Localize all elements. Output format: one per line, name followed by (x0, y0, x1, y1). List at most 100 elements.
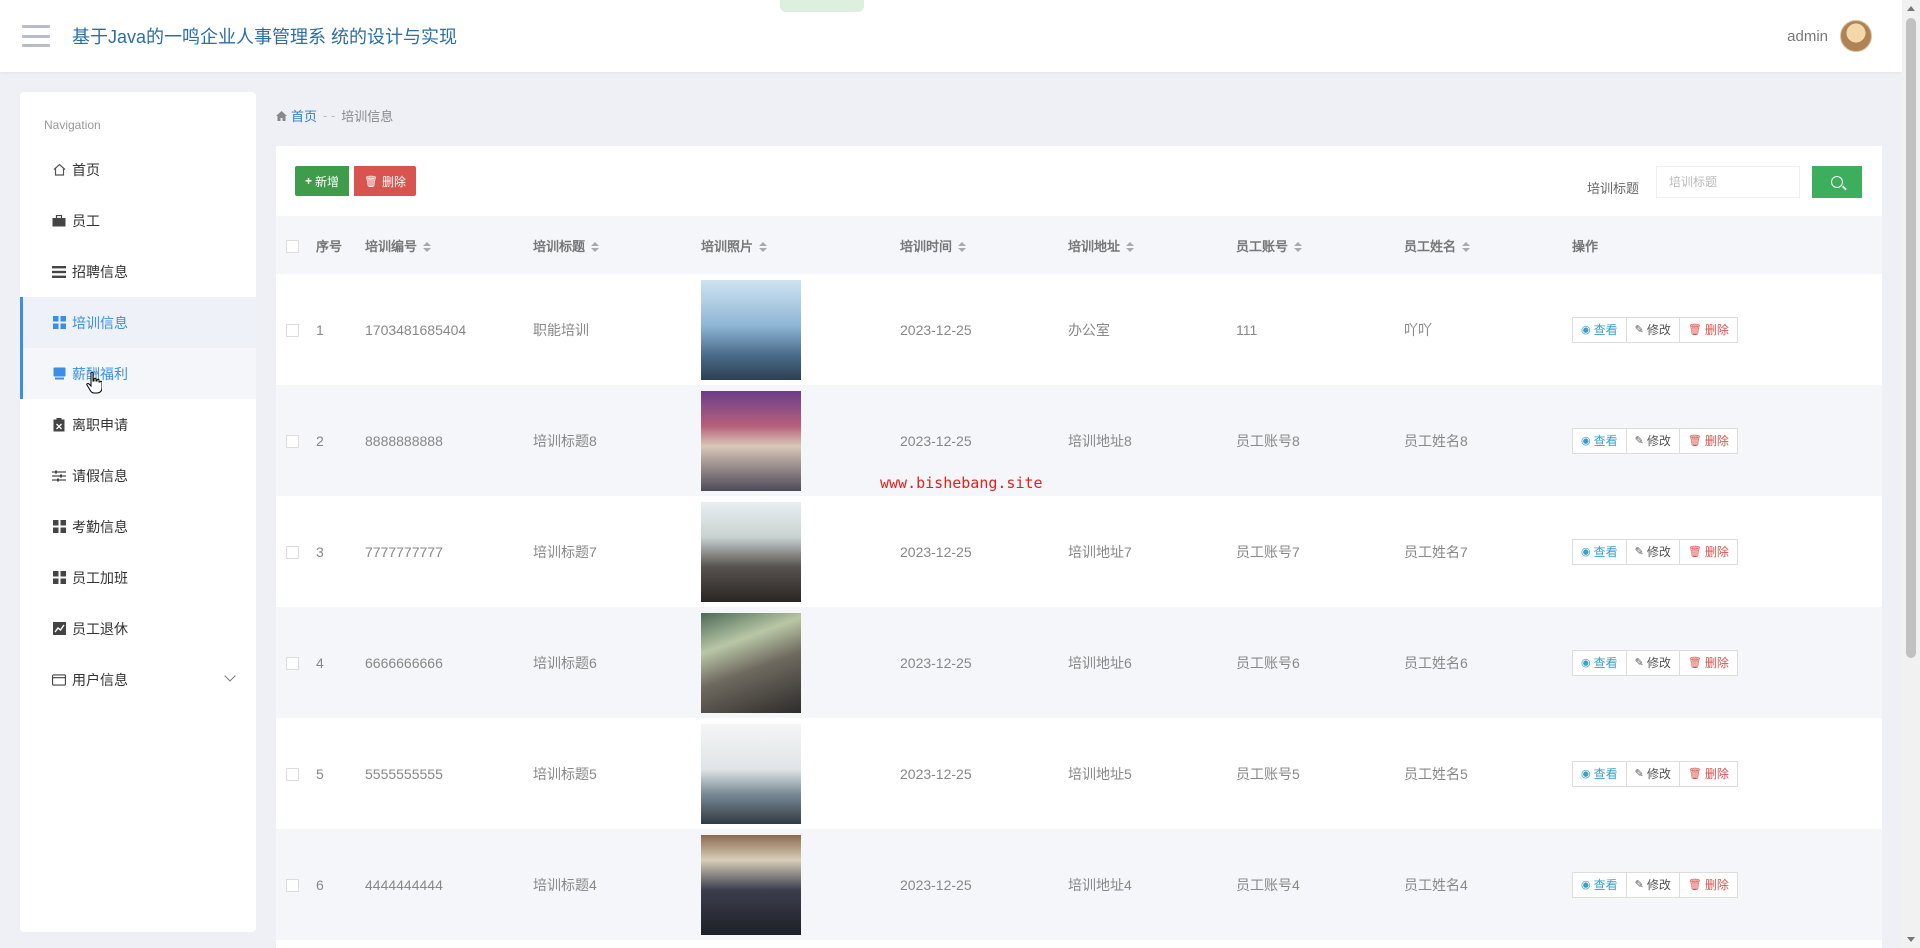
sidebar-item-leave[interactable]: 请假信息 (20, 450, 256, 501)
eye-icon: ◉ (1581, 879, 1591, 891)
select-all-checkbox[interactable] (286, 239, 299, 253)
scroll-up-icon[interactable] (1907, 6, 1915, 11)
row-checkbox[interactable] (286, 435, 299, 449)
trash-icon: 🗑 (1687, 546, 1702, 558)
column-header[interactable]: 培训编号 (365, 216, 533, 274)
sidebar-item-label: 离职申请 (72, 416, 128, 433)
edit-button[interactable]: ✎ 修改 (1626, 427, 1680, 454)
cell-name: 吖吖 (1404, 321, 1432, 338)
avatar[interactable] (1840, 20, 1872, 52)
row-actions: ◉ 查看 ✎ 修改 🗑 删除 (1572, 538, 1882, 565)
sidebar-item-resignation[interactable]: 离职申请 (20, 399, 256, 450)
view-button[interactable]: ◉ 查看 (1572, 760, 1627, 787)
sidebar-item-recruitment[interactable]: 招聘信息 (20, 246, 256, 297)
breadcrumb-home-label[interactable]: 首页 (291, 106, 317, 125)
view-button[interactable]: ◉ 查看 (1572, 538, 1627, 565)
cell-code: 6666666666 (365, 654, 443, 671)
sidebar-item-overtime[interactable]: 员工加班 (20, 552, 256, 603)
cell-code: 4444444444 (365, 876, 443, 893)
view-button[interactable]: ◉ 查看 (1572, 427, 1627, 454)
search-button[interactable] (1812, 166, 1862, 198)
training-photo[interactable] (701, 279, 801, 380)
sidebar-item-training[interactable]: 培训信息 (20, 297, 256, 348)
cell-account: 员工账号6 (1236, 654, 1300, 671)
sidebar-item-retirement[interactable]: 员工退休 (20, 603, 256, 654)
sort-icon[interactable] (958, 242, 967, 253)
search-input[interactable] (1656, 166, 1800, 198)
top-header: 基于Java的一鸣企业人事管理系 统的设计与实现 admin (0, 0, 1902, 72)
breadcrumb-home[interactable]: 首页 (276, 106, 317, 125)
remove-button[interactable]: 🗑 删除 (1679, 427, 1738, 454)
sidebar-item-salary[interactable]: 薪酬福利 (20, 348, 256, 399)
training-photo[interactable] (701, 723, 801, 824)
edit-button[interactable]: ✎ 修改 (1626, 760, 1680, 787)
sidebar-item-employee[interactable]: 员工 (20, 195, 256, 246)
sidebar-item-label: 培训信息 (72, 314, 128, 331)
view-button[interactable]: ◉ 查看 (1572, 649, 1627, 676)
sort-icon[interactable] (1462, 242, 1471, 253)
table-row: 5 5555555555 培训标题5 2023-12-25 培训地址5 员工账号5 员工姓名… (276, 718, 1882, 829)
sort-icon[interactable] (1126, 242, 1135, 253)
username[interactable]: admin (1787, 28, 1828, 45)
app-title: 基于Java的一鸣企业人事管理系 统的设计与实现 (72, 27, 458, 47)
edit-icon: ✎ (1634, 324, 1644, 336)
list-icon (52, 265, 66, 279)
edit-button[interactable]: ✎ 修改 (1626, 649, 1680, 676)
sidebar-item-label: 员工退休 (72, 620, 128, 637)
trash-icon: 🗑 (1687, 768, 1702, 780)
training-photo[interactable] (701, 501, 801, 602)
cell-code: 1703481685404 (365, 321, 467, 338)
column-header[interactable]: 员工账号 (1236, 216, 1404, 274)
remove-button[interactable]: 🗑 删除 (1679, 649, 1738, 676)
cell-account: 员工账号8 (1236, 432, 1300, 449)
cell-title: 职能培训 (533, 321, 589, 338)
sort-icon[interactable] (1294, 242, 1303, 253)
view-button[interactable]: ◉ 查看 (1572, 871, 1627, 898)
sidebar-item-label: 首页 (72, 161, 100, 178)
remove-button[interactable]: 🗑 删除 (1679, 316, 1738, 343)
menu-toggle-icon[interactable] (22, 25, 50, 47)
trash-icon: 🗑 (364, 175, 378, 188)
eye-icon: ◉ (1581, 324, 1591, 336)
sidebar-item-attendance[interactable]: 考勤信息 (20, 501, 256, 552)
column-header[interactable]: 培训时间 (900, 216, 1068, 274)
user-area[interactable]: admin (1787, 20, 1872, 52)
cell-title: 培训标题4 (533, 876, 597, 893)
training-photo[interactable] (701, 612, 801, 713)
row-checkbox[interactable] (286, 324, 299, 338)
row-checkbox[interactable] (286, 546, 299, 560)
edit-button[interactable]: ✎ 修改 (1626, 538, 1680, 565)
column-header[interactable]: 员工姓名 (1404, 216, 1572, 274)
sidebar-item-users[interactable]: 用户信息 (20, 654, 256, 705)
cell-name: 员工姓名5 (1404, 765, 1468, 782)
sort-icon[interactable] (423, 242, 432, 253)
vertical-scrollbar[interactable] (1902, 0, 1920, 948)
view-button[interactable]: ◉ 查看 (1572, 316, 1627, 343)
delete-button[interactable]: 🗑 删除 (354, 166, 416, 196)
remove-button[interactable]: 🗑 删除 (1679, 871, 1738, 898)
column-header[interactable]: 培训照片 (701, 216, 900, 274)
column-header[interactable]: 培训地址 (1068, 216, 1236, 274)
edit-button[interactable]: ✎ 修改 (1626, 871, 1680, 898)
remove-button[interactable]: 🗑 删除 (1679, 760, 1738, 787)
row-checkbox[interactable] (286, 768, 299, 782)
scroll-down-icon[interactable] (1907, 937, 1915, 942)
scrollbar-thumb[interactable] (1906, 18, 1916, 658)
sidebar-item-label: 员工加班 (72, 569, 128, 586)
sort-icon[interactable] (759, 242, 768, 253)
training-photo[interactable] (701, 390, 801, 491)
row-checkbox[interactable] (286, 657, 299, 671)
table-row: 2 8888888888 培训标题8 2023-12-25 培训地址8 员工账号8 员工姓名… (276, 385, 1882, 496)
trash-icon: 🗑 (1687, 435, 1702, 447)
column-header[interactable]: 培训标题 (533, 216, 701, 274)
add-button[interactable]: + 新增 (295, 166, 350, 196)
row-checkbox[interactable] (286, 879, 299, 893)
cell-no: 4 (316, 654, 324, 671)
sort-icon[interactable] (591, 242, 600, 253)
training-photo[interactable] (701, 834, 801, 935)
edit-button[interactable]: ✎ 修改 (1626, 316, 1680, 343)
sidebar-item-home[interactable]: 首页 (20, 144, 256, 195)
remove-button[interactable]: 🗑 删除 (1679, 538, 1738, 565)
cell-code: 7777777777 (365, 543, 443, 560)
chevron-down-icon[interactable] (224, 670, 236, 682)
